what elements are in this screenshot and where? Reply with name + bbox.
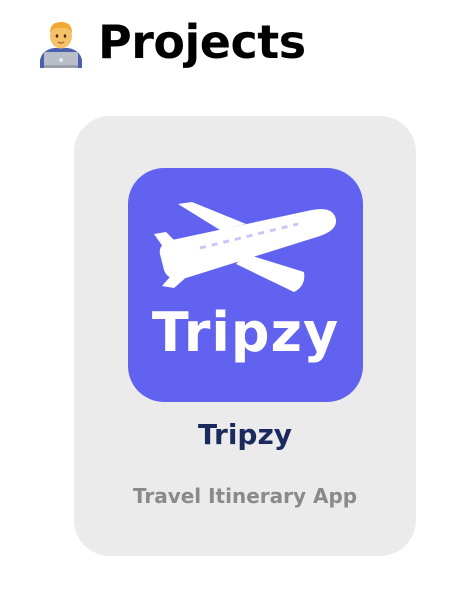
airplane-icon xyxy=(154,202,337,292)
app-icon-wordmark: Tripzy xyxy=(151,301,340,364)
app-icon-tripzy: Tripzy xyxy=(128,168,363,402)
man-technologist-emoji-icon xyxy=(40,22,82,68)
project-description: Travel Itinerary App xyxy=(132,484,358,508)
page-title: Projects xyxy=(98,15,306,69)
project-name: Tripzy xyxy=(197,418,293,451)
page-header: Projects xyxy=(36,14,306,70)
project-card-tripzy[interactable]: Tripzy Tripzy Travel Itinerary App xyxy=(74,116,416,556)
